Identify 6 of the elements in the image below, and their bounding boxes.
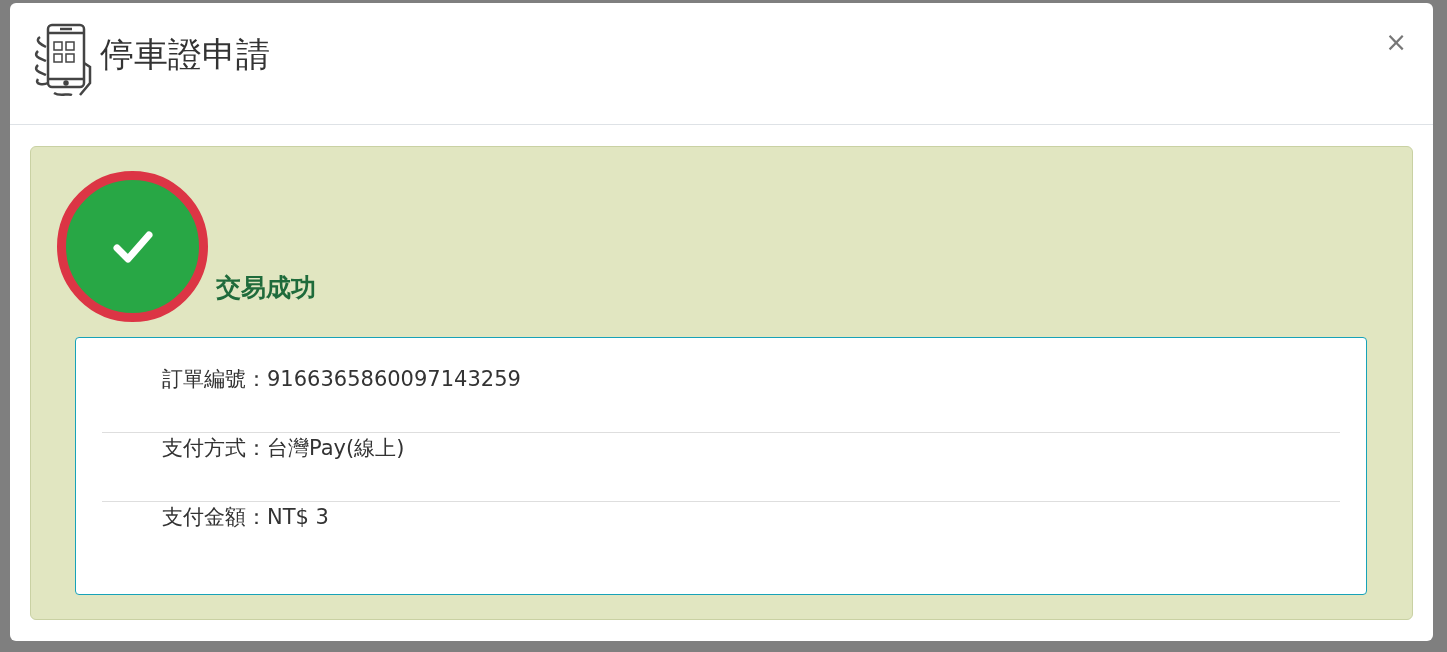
detail-text: 支付金額：NT$ 3 (162, 504, 329, 531)
detail-text: 支付方式：台灣Pay(線上) (162, 435, 405, 462)
detail-text: 訂單編號：9166365860097143259 (162, 366, 521, 393)
success-message: 交易成功 (216, 271, 316, 304)
close-button[interactable]: × (1385, 29, 1407, 55)
modal-title: 停車證申請 (100, 37, 270, 71)
